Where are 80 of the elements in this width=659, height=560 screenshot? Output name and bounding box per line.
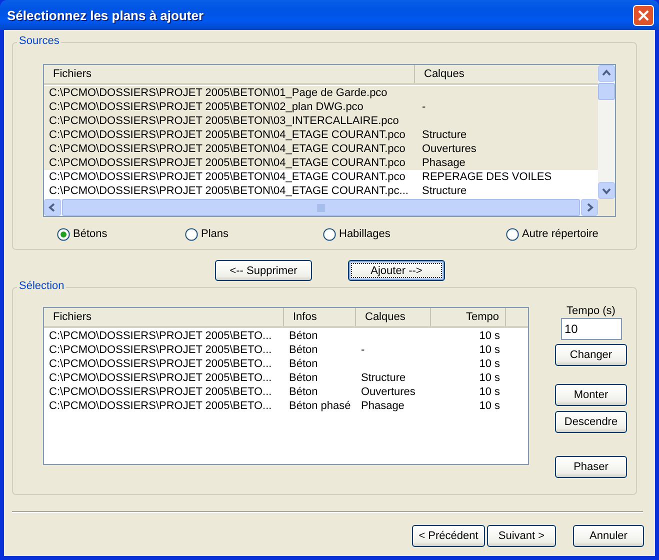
footer-button[interactable]: Suivant >: [487, 525, 556, 547]
table-cell: C:\PCMO\DOSSIERS\PROJET 2005\BETO...: [49, 358, 272, 370]
list-row[interactable]: C:\PCMO\DOSSIERS\PROJET 2005\BETON\04_ETAGE COURANT.pco REPERAGE DES VOILES: [44, 170, 598, 184]
scroll-left-icon[interactable]: [44, 199, 61, 216]
column-header[interactable]: Infos: [284, 308, 356, 326]
table-cell: 10 s: [479, 400, 500, 412]
table-cell: Phasage: [361, 400, 404, 412]
list-row[interactable]: C:\PCMO\DOSSIERS\PROJET 2005\BETON\01_Page de Garde.pco: [44, 86, 598, 100]
list-row[interactable]: C:\PCMO\DOSSIERS\PROJET 2005\BETON\02_plan DWG.pco -: [44, 100, 598, 114]
grip-icon[interactable]: [316, 204, 326, 212]
column-header[interactable]: Tempo: [431, 308, 506, 326]
list-row[interactable]: C:\PCMO\DOSSIERS\PROJET 2005\BETON\04_ETAGE COURANT.pc... Structure: [44, 184, 598, 198]
table-cell: 10 s: [479, 386, 500, 398]
table-cell: Béton: [289, 386, 318, 398]
table-cell: Structure: [422, 185, 467, 197]
radio-button[interactable]: [506, 228, 519, 240]
list-row[interactable]: C:\PCMO\DOSSIERS\PROJET 2005\BETON\04_ETAGE COURANT.pco Ouvertures: [44, 142, 598, 156]
scroll-up-icon[interactable]: [598, 65, 615, 82]
scroll-right-icon[interactable]: [581, 199, 598, 216]
group-label: Sélection: [17, 280, 66, 292]
table-cell: C:\PCMO\DOSSIERS\PROJET 2005\BETON\04_ETAGE COURANT.pco: [49, 129, 406, 141]
table-cell: C:\PCMO\DOSSIERS\PROJET 2005\BETO...: [49, 400, 272, 412]
table-cell: C:\PCMO\DOSSIERS\PROJET 2005\BETON\04_ETAGE COURANT.pco: [49, 143, 406, 155]
scroll-down-icon[interactable]: [598, 182, 615, 199]
side-button[interactable]: Descendre: [555, 411, 627, 433]
table-cell: Ouvertures: [422, 143, 476, 155]
table-cell: Structure: [422, 129, 467, 141]
tempo-field[interactable]: 10: [560, 318, 622, 340]
table-cell: 10 s: [479, 358, 500, 370]
column-header[interactable]: Calques: [356, 308, 431, 326]
table-cell: C:\PCMO\DOSSIERS\PROJET 2005\BETON\04_ETAGE COURANT.pco: [49, 157, 406, 169]
table-cell: C:\PCMO\DOSSIERS\PROJET 2005\BETO...: [49, 386, 272, 398]
table-cell: 10 s: [479, 344, 500, 356]
table-cell: C:\PCMO\DOSSIERS\PROJET 2005\BETON\04_ETAGE COURANT.pco: [49, 171, 406, 183]
table-cell: C:\PCMO\DOSSIERS\PROJET 2005\BETO...: [49, 330, 272, 342]
side-button[interactable]: Phaser: [555, 456, 627, 478]
footer-button[interactable]: Annuler: [573, 525, 644, 547]
table-cell: REPERAGE DES VOILES: [422, 171, 552, 183]
radio-label[interactable]: Habillages: [339, 228, 390, 240]
side-button[interactable]: Monter: [555, 384, 627, 406]
list-row[interactable]: C:\PCMO\DOSSIERS\PROJET 2005\BETON\03_INTERCALLAIRE.pco: [44, 114, 598, 128]
table-cell: Béton: [289, 330, 318, 342]
vertical-scrollbar[interactable]: [598, 65, 615, 199]
table-cell: C:\PCMO\DOSSIERS\PROJET 2005\BETON\02_plan DWG.pco: [49, 101, 364, 113]
table-cell: Structure: [361, 372, 406, 384]
table-cell: Béton: [289, 372, 318, 384]
list-row[interactable]: C:\PCMO\DOSSIERS\PROJET 2005\BETON\04_ETAGE COURANT.pco Phasage: [44, 156, 598, 170]
footer-button[interactable]: < Précédent: [412, 525, 485, 547]
table-cell: C:\PCMO\DOSSIERS\PROJET 2005\BETO...: [49, 372, 272, 384]
close-icon[interactable]: [633, 4, 654, 26]
group-label: Sources: [17, 35, 62, 47]
scroll-thumb[interactable]: [598, 83, 615, 100]
side-button[interactable]: Changer: [555, 344, 627, 366]
action-button[interactable]: Ajouter -->: [348, 260, 445, 281]
table-cell: 10 s: [479, 372, 500, 384]
table-cell: C:\PCMO\DOSSIERS\PROJET 2005\BETON\04_ETAGE COURANT.pc...: [49, 185, 408, 197]
window-title: Sélectionnez les plans à ajouter: [7, 8, 204, 22]
table-cell: 10 s: [479, 330, 500, 342]
table-cell: Béton: [289, 344, 318, 356]
table-cell: Béton phasé: [289, 400, 351, 412]
action-button[interactable]: <-- Supprimer: [215, 260, 312, 281]
column-header[interactable]: Fichiers: [44, 308, 284, 326]
table-cell: C:\PCMO\DOSSIERS\PROJET 2005\BETON\03_INTERCALLAIRE.pco: [49, 115, 399, 127]
radio-button[interactable]: [57, 228, 70, 240]
table-cell: Ouvertures: [361, 386, 416, 398]
field-label: Tempo (s): [566, 305, 616, 318]
table-cell: C:\PCMO\DOSSIERS\PROJET 2005\BETO...: [49, 344, 272, 356]
table-cell: C:\PCMO\DOSSIERS\PROJET 2005\BETON\01_Page de Garde.pco: [49, 87, 388, 99]
radio-button[interactable]: [185, 228, 198, 240]
list-row[interactable]: C:\PCMO\DOSSIERS\PROJET 2005\BETON\04_ETAGE COURANT.pco Structure: [44, 128, 598, 142]
table-cell: -: [361, 344, 365, 356]
table-cell: -: [422, 101, 426, 113]
radio-label[interactable]: Bétons: [73, 228, 108, 240]
column-header[interactable]: Fichiers: [44, 65, 415, 83]
radio-label[interactable]: Autre répertoire: [522, 228, 598, 240]
radio-button[interactable]: [323, 228, 336, 240]
scrollbar-corner: [598, 199, 615, 216]
table-cell: Phasage: [422, 157, 466, 169]
table-cell: Béton: [289, 358, 318, 370]
radio-label[interactable]: Plans: [201, 228, 229, 240]
